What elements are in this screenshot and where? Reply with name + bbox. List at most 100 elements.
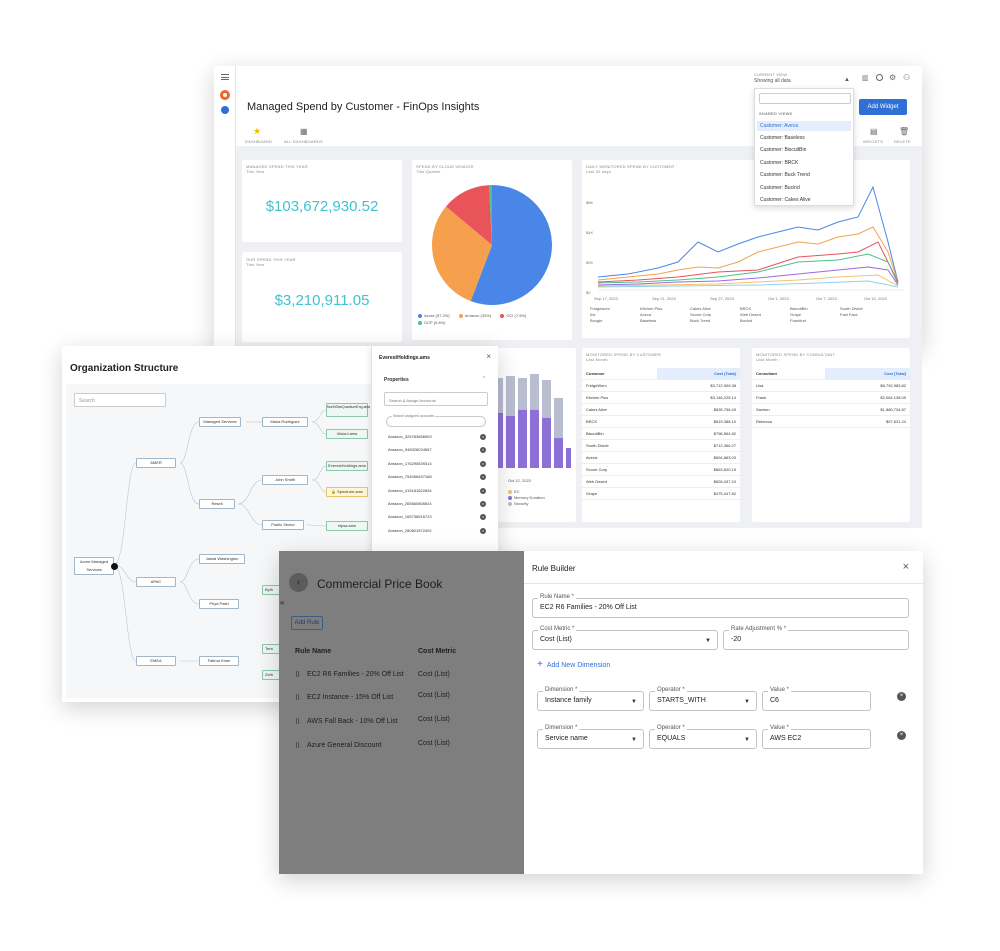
drag-handle-icon[interactable]: ⠿ (295, 742, 300, 750)
widgets-action[interactable]: WIDGETS (863, 139, 883, 144)
user-avatar[interactable] (221, 106, 229, 114)
org-node-maria[interactable]: Maria Rodriguez (262, 417, 308, 427)
dropdown-item[interactable]: Customer: Cakes Alive (760, 197, 811, 203)
back-button[interactable]: ‹ (289, 573, 308, 592)
column-header[interactable]: Cost (Total) (657, 368, 740, 380)
operator-select[interactable]: Operator * EQUALS ▼ (649, 725, 757, 749)
chevron-up-icon[interactable]: ⌃ (482, 376, 486, 382)
column-header[interactable]: Cost (Total) (825, 368, 910, 380)
widgets-icon[interactable]: ▤ (870, 127, 878, 136)
add-dimension-button[interactable]: + Add New Dimension (537, 659, 610, 670)
trash-icon[interactable]: 🗑 (899, 127, 909, 136)
star-icon[interactable]: ★ (253, 126, 261, 137)
table-row[interactable]: Frank $2,064,138.09 (752, 391, 910, 404)
org-node-nipsa[interactable]: nipsa.ams (326, 521, 368, 531)
list-item[interactable]: Amazon_948328024597 × (388, 447, 488, 460)
remove-icon[interactable]: × (480, 447, 486, 454)
remove-icon[interactable]: × (480, 474, 486, 481)
table-row[interactable]: Sachen $1,880,734.87 (752, 403, 910, 416)
dropdown-item[interactable]: Customer: Bucind (760, 185, 800, 191)
org-node-fatima[interactable]: Fatima Khan (199, 656, 239, 666)
list-item[interactable]: Amazon_754056497168 × (388, 474, 488, 487)
remove-dimension-icon[interactable]: × (897, 731, 906, 740)
table-row[interactable]: BiscuitBin $796,564.82 (582, 427, 740, 440)
dropdown-item[interactable]: Customer: Baseless (760, 135, 805, 141)
org-node-emea[interactable]: EMEA (136, 656, 176, 666)
list-item[interactable]: Amazon_265660805524 × (388, 500, 488, 514)
dropdown-item[interactable]: Customer: Aveca (757, 121, 851, 131)
table-row[interactable]: Web Desert $628,437.24 (582, 475, 740, 488)
drag-handle-icon[interactable]: ⠿ (295, 694, 300, 702)
view-search-input[interactable] (759, 93, 851, 104)
menu-icon[interactable] (221, 74, 229, 80)
help-icon[interactable] (876, 74, 883, 81)
search-assigned-input[interactable]: Search assigned accounts (386, 414, 486, 427)
remove-icon[interactable]: × (480, 460, 486, 467)
drag-handle-icon[interactable]: ⠿ (295, 671, 300, 679)
table-row[interactable]: Scone Corp $663,820.15 (582, 463, 740, 476)
list-item[interactable]: Amazon_165736516723 × (388, 514, 488, 527)
remove-icon[interactable]: × (480, 434, 486, 440)
org-node-public-sector[interactable]: Public Sector (262, 520, 304, 530)
drag-handle-icon[interactable]: ⠿ (295, 718, 300, 726)
org-node-spectrum[interactable]: 🔒 Spectrum.ams (326, 487, 368, 497)
table-row[interactable]: Kitchen Plus $3,146,225.14 (582, 391, 740, 404)
tab-all-dashboards[interactable]: ALL DASHBOARDS (284, 139, 323, 144)
column-header[interactable]: Consultant (752, 368, 826, 380)
list-item[interactable]: Amazon_280821572402 × (388, 527, 488, 541)
value-field[interactable]: Value * C6 (762, 687, 871, 711)
chevron-up-icon[interactable]: ▲ (844, 77, 850, 83)
value-field[interactable]: Value * AWS EC2 (762, 725, 871, 749)
table-row[interactable]: South Divide $712,366.27 (582, 439, 740, 452)
grid-icon[interactable]: ▦ (300, 127, 308, 136)
remove-icon[interactable]: × (480, 500, 486, 507)
operator-select[interactable]: Operator * STARTS_WITH ▼ (649, 687, 757, 711)
list-item[interactable]: Amazon_176290839314 × (388, 460, 488, 474)
remove-dimension-icon[interactable]: × (897, 692, 906, 701)
rule-name-field[interactable]: Rule Name * EC2 R6 Families - 20% Off Li… (532, 594, 909, 618)
current-view-value[interactable]: Showing all data (754, 78, 791, 84)
dimension-select[interactable]: Dimension * Service name ▼ (537, 725, 644, 749)
org-node-northstar[interactable]: NorthStarQuantumEng.ams (326, 403, 370, 417)
close-icon[interactable]: × (486, 352, 491, 361)
table-row[interactable]: Aveca $694,863.03 (582, 451, 740, 464)
tab-dashboard[interactable]: DASHBOARD (245, 139, 272, 144)
gear-icon[interactable]: ⚙ (889, 73, 896, 82)
remove-icon[interactable]: × (480, 514, 486, 521)
table-row[interactable]: Rebecca $97,631.24 (752, 415, 910, 428)
add-widget-button[interactable]: Add Widget (859, 99, 907, 115)
delete-action[interactable]: DELETE (894, 139, 911, 144)
list-item[interactable]: Amazon_325783656903 × (388, 434, 488, 447)
org-node-apac[interactable]: APAC (136, 577, 176, 587)
table-row[interactable]: BRCK $819,388.10 (582, 415, 740, 428)
close-icon[interactable]: × (903, 561, 909, 573)
org-node-resell[interactable]: Resell (199, 499, 235, 509)
cost-metric-select[interactable]: Cost Metric * Cost (List) ▼ (532, 626, 718, 650)
remove-icon[interactable]: × (480, 487, 486, 494)
dimension-select[interactable]: Dimension * Instance family ▼ (537, 687, 644, 711)
add-rule-button[interactable]: Add Rule (291, 616, 323, 630)
column-header[interactable]: Customer (582, 368, 658, 380)
remove-icon[interactable]: × (480, 527, 486, 534)
org-node-jamal[interactable]: Jamal Washington (199, 554, 245, 564)
table-row[interactable]: Grape $475,447.82 (582, 487, 740, 500)
chart-icon[interactable]: ▥ (862, 74, 869, 82)
dropdown-item[interactable]: Customer: Buck Trend (760, 172, 810, 178)
dropdown-item[interactable]: Customer: BiscuitBin (760, 147, 806, 153)
org-node-john[interactable]: John Smith (262, 475, 308, 485)
table-row[interactable]: FridgeWorx $3,712,909.38 (582, 379, 740, 392)
user-icon[interactable]: ⚇ (903, 73, 910, 82)
rate-adjustment-field[interactable]: Rate Adjustment % * -20 (723, 626, 909, 650)
assign-accounts-select[interactable]: Search & Assign Accounts (384, 392, 488, 406)
dropdown-item[interactable]: Customer: BRCK (760, 160, 798, 166)
org-node-everest[interactable]: EverestHoldings.ams (326, 461, 368, 471)
table-row[interactable]: Lisa $6,792,983.82 (752, 379, 910, 392)
org-node-managed-services[interactable]: Managed Services (199, 417, 241, 427)
collapse-icon[interactable]: « (280, 598, 284, 607)
list-item[interactable]: Amazon_415181622834 × (388, 487, 488, 501)
table-row[interactable]: Cakes Alive $835,756.49 (582, 403, 740, 416)
org-node-amer[interactable]: AMER (136, 458, 176, 468)
org-node-priya[interactable]: Priya Patel (199, 599, 239, 609)
org-node-visioni[interactable]: VisionI.ams (326, 429, 368, 439)
org-node-root[interactable]: Acme Managed Services (74, 557, 118, 575)
